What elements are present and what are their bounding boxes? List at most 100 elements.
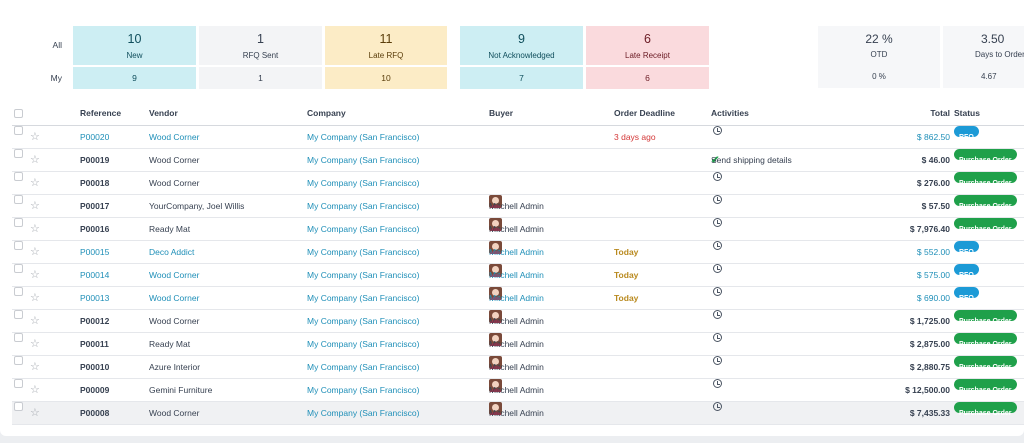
star-icon[interactable]: ☆ <box>30 126 40 149</box>
star-icon[interactable]: ☆ <box>30 402 40 425</box>
star-icon[interactable]: ☆ <box>30 218 40 241</box>
cell-vendor[interactable]: Wood Corner <box>149 149 199 172</box>
row-checkbox[interactable] <box>14 287 23 296</box>
cell-reference[interactable]: P00011 <box>80 333 109 356</box>
star-icon[interactable]: ☆ <box>30 310 40 333</box>
tile-late-rfq-all[interactable]: 11 Late RFQ <box>325 26 447 65</box>
row-checkbox[interactable] <box>14 218 23 227</box>
cell-vendor[interactable]: Wood Corner <box>149 172 199 195</box>
tile-rfq-sent-my[interactable]: 1 <box>199 67 322 89</box>
table-row[interactable]: ☆ P00019 Wood Corner My Company (San Franci… <box>12 149 1024 172</box>
cell-reference[interactable]: P00016 <box>80 218 109 241</box>
cell-company[interactable]: My Company (San Francisco) <box>307 287 419 310</box>
header-buyer[interactable]: Buyer <box>489 102 513 125</box>
row-checkbox[interactable] <box>14 356 23 365</box>
table-row[interactable]: ☆ P00014 Wood Corner My Company (San Franci… <box>12 264 1024 287</box>
cell-reference[interactable]: P00012 <box>80 310 109 333</box>
cell-vendor[interactable]: Wood Corner <box>149 310 199 333</box>
cell-vendor[interactable]: Wood Corner <box>149 402 199 425</box>
header-order-deadline[interactable]: Order Deadline <box>614 102 675 125</box>
tile-late-receipt-my[interactable]: 6 <box>586 67 709 89</box>
table-row[interactable]: ☆ P00009 Gemini Furniture My Company (San F… <box>12 379 1024 402</box>
table-row[interactable]: ☆ P00012 Wood Corner My Company (San Franci… <box>12 310 1024 333</box>
cell-reference[interactable]: P00009 <box>80 379 109 402</box>
star-icon[interactable]: ☆ <box>30 149 40 172</box>
tile-new-my[interactable]: 9 <box>73 67 196 89</box>
tile-late-receipt-all[interactable]: 6 Late Receipt <box>586 26 709 65</box>
cell-reference[interactable]: P00010 <box>80 356 109 379</box>
star-icon[interactable]: ☆ <box>30 379 40 402</box>
star-icon[interactable]: ☆ <box>30 264 40 287</box>
cell-total: $ 7,435.33 <box>909 408 950 418</box>
cell-vendor[interactable]: Deco Addict <box>149 241 194 264</box>
table-row[interactable]: ☆ P00011 Ready Mat My Company (San Francisc… <box>12 333 1024 356</box>
row-checkbox[interactable] <box>14 379 23 388</box>
kpi-days-to-order-my: 4.67 <box>981 72 997 81</box>
row-checkbox[interactable] <box>14 310 23 319</box>
cell-company[interactable]: My Company (San Francisco) <box>307 264 419 287</box>
cell-vendor[interactable]: Wood Corner <box>149 264 199 287</box>
table-row[interactable]: ☆ P00017 YourCompany, Joel Willis My Compan… <box>12 195 1024 218</box>
header-company[interactable]: Company <box>307 102 346 125</box>
cell-company[interactable]: My Company (San Francisco) <box>307 195 419 218</box>
cell-reference[interactable]: P00015 <box>80 241 109 264</box>
table-row[interactable]: ☆ P00008 Wood Corner My Company (San Franci… <box>12 402 1024 425</box>
header-status[interactable]: Status <box>954 102 980 125</box>
header-total[interactable]: Total <box>930 102 950 125</box>
cell-reference[interactable]: P00013 <box>80 287 109 310</box>
cell-vendor[interactable]: Wood Corner <box>149 126 199 149</box>
cell-company[interactable]: My Company (San Francisco) <box>307 241 419 264</box>
cell-vendor[interactable]: YourCompany, Joel Willis <box>149 195 244 218</box>
cell-reference[interactable]: P00008 <box>80 402 109 425</box>
tile-not-acknowledged-all[interactable]: 9 Not Acknowledged <box>460 26 583 65</box>
table-row[interactable]: ☆ P00016 Ready Mat My Company (San Francisc… <box>12 218 1024 241</box>
row-checkbox[interactable] <box>14 149 23 158</box>
tile-late-rfq-my[interactable]: 10 <box>325 67 447 89</box>
star-icon[interactable]: ☆ <box>30 172 40 195</box>
table-row[interactable]: ☆ P00015 Deco Addict My Company (San Franci… <box>12 241 1024 264</box>
cell-company[interactable]: My Company (San Francisco) <box>307 172 419 195</box>
tile-rfq-sent-all[interactable]: 1 RFQ Sent <box>199 26 322 65</box>
cell-company[interactable]: My Company (San Francisco) <box>307 126 419 149</box>
cell-company[interactable]: My Company (San Francisco) <box>307 402 419 425</box>
row-checkbox[interactable] <box>14 172 23 181</box>
row-checkbox[interactable] <box>14 241 23 250</box>
cell-vendor[interactable]: Ready Mat <box>149 333 190 356</box>
table-row[interactable]: ☆ P00010 Azure Interior My Company (San Fra… <box>12 356 1024 379</box>
cell-reference[interactable]: P00014 <box>80 264 109 287</box>
cell-vendor[interactable]: Gemini Furniture <box>149 379 212 402</box>
star-icon[interactable]: ☆ <box>30 195 40 218</box>
cell-reference[interactable]: P00018 <box>80 172 109 195</box>
table-row[interactable]: ☆ P00018 Wood Corner My Company (San Franci… <box>12 172 1024 195</box>
star-icon[interactable]: ☆ <box>30 287 40 310</box>
header-activities[interactable]: Activities <box>711 102 749 125</box>
cell-company[interactable]: My Company (San Francisco) <box>307 333 419 356</box>
header-reference[interactable]: Reference <box>80 102 121 125</box>
row-checkbox[interactable] <box>14 333 23 342</box>
cell-reference[interactable]: P00017 <box>80 195 109 218</box>
star-icon[interactable]: ☆ <box>30 241 40 264</box>
star-icon[interactable]: ☆ <box>30 356 40 379</box>
star-icon[interactable]: ☆ <box>30 333 40 356</box>
cell-reference[interactable]: P00019 <box>80 149 109 172</box>
cell-company[interactable]: My Company (San Francisco) <box>307 218 419 241</box>
cell-reference[interactable]: P00020 <box>80 126 109 149</box>
cell-vendor[interactable]: Ready Mat <box>149 218 190 241</box>
cell-vendor[interactable]: Azure Interior <box>149 356 200 379</box>
cell-company[interactable]: My Company (San Francisco) <box>307 149 419 172</box>
tile-not-acknowledged-my[interactable]: 7 <box>460 67 583 89</box>
tile-new-all[interactable]: 10 New <box>73 26 196 65</box>
cell-company[interactable]: My Company (San Francisco) <box>307 379 419 402</box>
cell-company[interactable]: My Company (San Francisco) <box>307 310 419 333</box>
header-vendor[interactable]: Vendor <box>149 102 178 125</box>
table-row[interactable]: ☆ P00020 Wood Corner My Company (San Franci… <box>12 126 1024 149</box>
cell-company[interactable]: My Company (San Francisco) <box>307 356 419 379</box>
cell-vendor[interactable]: Wood Corner <box>149 287 199 310</box>
row-checkbox[interactable] <box>14 195 23 204</box>
select-all-checkbox[interactable] <box>14 109 23 118</box>
row-checkbox[interactable] <box>14 264 23 273</box>
kpi-days-to-order: 3.50 Days to Order 4.67 <box>943 26 1024 88</box>
row-checkbox[interactable] <box>14 402 23 411</box>
table-row[interactable]: ☆ P00013 Wood Corner My Company (San Franci… <box>12 287 1024 310</box>
row-checkbox[interactable] <box>14 126 23 135</box>
